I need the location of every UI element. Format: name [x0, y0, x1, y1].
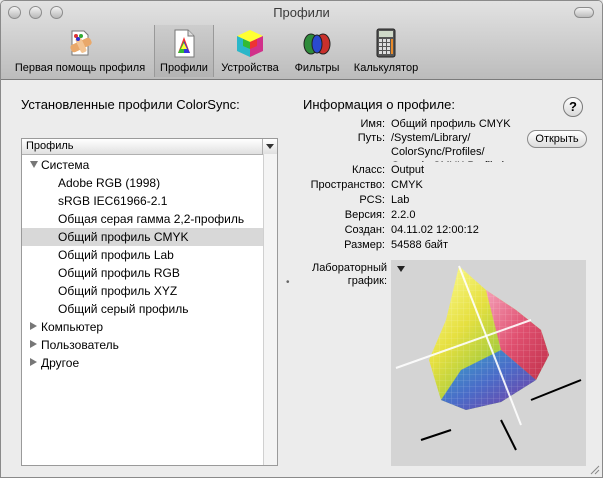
tree-label: Пользователь	[41, 338, 119, 352]
tree-label: Adobe RGB (1998)	[58, 176, 161, 190]
help-button[interactable]: ?	[563, 97, 583, 117]
toolbar-first-aid-label: Первая помощь профиля	[14, 62, 146, 74]
lab-gamut-plot	[395, 265, 582, 451]
profile-tree[interactable]: Профиль Система Adobe RGB (1998) sRGB IE…	[21, 138, 278, 466]
tree-label: Общий профиль RGB	[58, 266, 180, 280]
vertical-scrollbar[interactable]	[263, 154, 277, 465]
toolbar-profiles[interactable]: Профили	[154, 25, 214, 77]
class-value: Output	[391, 164, 425, 176]
lab-graph-label-line-1: Лабораторный	[311, 262, 387, 274]
created-value: 04.11.02 12:00:12	[391, 224, 479, 236]
tree-label: Система	[41, 158, 90, 172]
version-label: Версия:	[344, 209, 385, 221]
tree-item[interactable]: sRGB IEC61966-2.1	[22, 192, 263, 210]
created-label: Создан:	[344, 224, 385, 236]
devices-icon	[237, 30, 263, 57]
path-line-3: Generic CMYK Profile.icc	[391, 160, 521, 162]
disclosure-closed-icon[interactable]	[30, 340, 37, 348]
disclosure-open-icon[interactable]	[30, 161, 38, 168]
tree-label: Общий профиль CMYK	[58, 230, 189, 244]
path-line-1: /System/Library/	[391, 132, 471, 144]
tree-label: sRGB IEC61966-2.1	[58, 194, 168, 208]
lab-graph-label-line-2: график:	[347, 275, 387, 287]
tree-item[interactable]: Общий профиль XYZ	[22, 282, 263, 300]
disclosure-closed-icon[interactable]	[30, 358, 37, 366]
tree-item[interactable]: Общий профиль RGB	[22, 264, 263, 282]
open-button[interactable]: Открыть	[527, 130, 587, 148]
toolbar-first-aid[interactable]: Первая помощь профиля	[7, 25, 153, 77]
tree-label: Другое	[41, 356, 80, 370]
title-bar: Профили Первая помощь профиля Профили Ус…	[1, 1, 602, 80]
tree-item[interactable]: Общая серая гамма 2,2-профиль	[22, 210, 263, 228]
tree-group-user[interactable]: Пользователь	[22, 336, 263, 354]
gamut-mesh	[429, 266, 549, 410]
resize-grip-icon[interactable]	[588, 463, 600, 475]
lab-graph-label: Лабораторный график:	[297, 262, 387, 288]
toolbar-toggle-button[interactable]	[574, 7, 594, 18]
sort-menu-button[interactable]	[262, 139, 277, 154]
profiles-icon	[174, 29, 195, 58]
pcs-label: PCS:	[359, 194, 385, 206]
tree-label: Общий профиль Lab	[58, 248, 174, 262]
axis-b-positive	[530, 379, 582, 401]
tree-item-selected[interactable]: Общий профиль CMYK	[22, 228, 263, 246]
toolbar-calculator-label: Калькулятор	[353, 62, 419, 74]
tree-label: Общая серая гамма 2,2-профиль	[58, 212, 245, 226]
toolbar-filters[interactable]: Фильтры	[287, 25, 347, 77]
path-line-2: ColorSync/Profiles/	[391, 146, 485, 158]
tree-group-computer[interactable]: Компьютер	[22, 318, 263, 336]
axis-l-negative	[500, 419, 517, 451]
column-header-label: Профиль	[26, 140, 74, 152]
column-header[interactable]: Профиль	[22, 139, 277, 155]
tree-item[interactable]: Adobe RGB (1998)	[22, 174, 263, 192]
lab-gamut-graph[interactable]	[391, 260, 586, 466]
toolbar-calculator[interactable]: Калькулятор	[349, 25, 423, 77]
tree-group-system[interactable]: Система	[22, 156, 263, 174]
lab-graph-menu-icon[interactable]	[397, 266, 405, 272]
size-value: 54588 байт	[391, 239, 448, 251]
name-value: Общий профиль CMYK	[391, 118, 511, 130]
version-value: 2.2.0	[391, 209, 416, 221]
toolbar-profiles-label: Профили	[160, 62, 208, 74]
toolbar-devices-label: Устройства	[221, 62, 279, 74]
profile-info-title: Информация о профиле:	[303, 97, 455, 112]
toolbar-devices[interactable]: Устройства	[215, 25, 285, 77]
path-label: Путь:	[357, 132, 385, 144]
tree-label: Компьютер	[41, 320, 104, 334]
axis-a-negative	[420, 429, 452, 441]
installed-profiles-title: Установленные профили ColorSync:	[21, 97, 240, 112]
space-label: Пространство:	[310, 179, 385, 191]
colorsync-window: Профили Первая помощь профиля Профили Ус…	[0, 0, 603, 478]
first-aid-icon	[70, 30, 92, 56]
class-label: Класс:	[352, 164, 385, 176]
tree-label: Общий профиль XYZ	[58, 284, 178, 298]
disclosure-closed-icon[interactable]	[30, 322, 37, 330]
splitter-handle[interactable]: •	[286, 277, 290, 288]
pcs-value: Lab	[391, 194, 410, 206]
tree-group-other[interactable]: Другое	[22, 354, 263, 372]
window-title: Профили	[273, 5, 330, 20]
filters-icon	[303, 33, 331, 55]
tree-item[interactable]: Общий профиль Lab	[22, 246, 263, 264]
tree-item[interactable]: Общий серый профиль	[22, 300, 263, 318]
calculator-icon	[376, 28, 396, 58]
space-value: CMYK	[391, 179, 423, 191]
name-label: Имя:	[360, 118, 385, 130]
toolbar-filters-label: Фильтры	[294, 62, 340, 74]
tree-label: Общий серый профиль	[58, 302, 189, 316]
size-label: Размер:	[344, 239, 385, 251]
chevron-down-icon	[266, 144, 274, 149]
